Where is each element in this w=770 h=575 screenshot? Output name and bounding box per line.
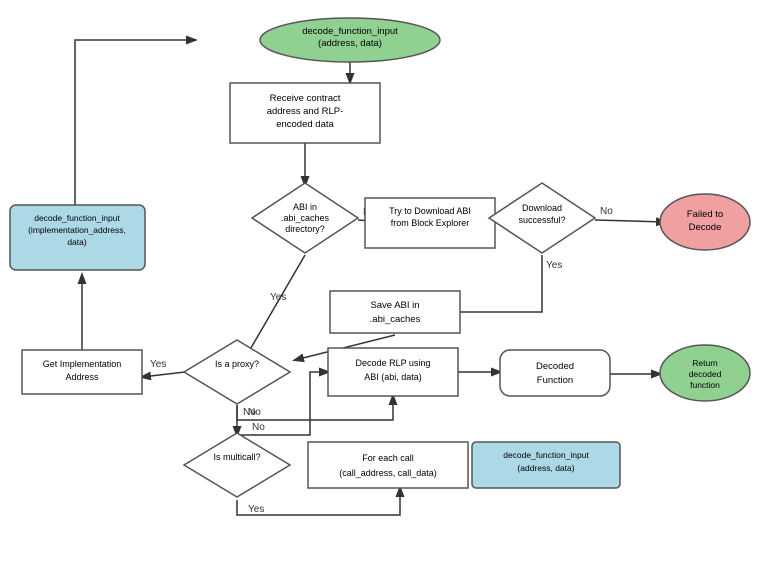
svg-text:.abi_caches: .abi_caches xyxy=(370,314,421,325)
flowchart-canvas: No No Yes Yes Yes No No Yes decode_funct… xyxy=(0,0,770,575)
try-download-label: Try to Download ABI xyxy=(389,206,471,216)
impl-input-label: decode_function_input xyxy=(34,213,120,223)
multicall-diamond-label: Is multicall? xyxy=(213,452,260,462)
svg-text:Yes: Yes xyxy=(150,359,166,370)
svg-text:decoded: decoded xyxy=(689,369,722,379)
download-diamond-label: Download xyxy=(522,203,562,213)
receive-box-label: Receive contract xyxy=(270,93,341,104)
svg-text:(call_address, call_data): (call_address, call_data) xyxy=(339,468,437,478)
abi-diamond-label: ABI in xyxy=(293,202,317,212)
failed-oval-label: Failed to xyxy=(687,209,723,220)
svg-text:encoded data: encoded data xyxy=(276,119,334,130)
svg-text:Yes: Yes xyxy=(248,504,264,515)
svg-text:No: No xyxy=(600,206,613,217)
svg-text:(implementation_address,: (implementation_address, xyxy=(28,225,126,235)
flowchart-svg: No No Yes Yes Yes No No Yes decode_funct… xyxy=(0,0,770,575)
svg-text:Yes: Yes xyxy=(546,260,562,271)
proxy-diamond-label: Is a proxy? xyxy=(215,359,259,369)
decoded-fn-label: Decoded xyxy=(536,361,574,372)
svg-text:from Block Explorer: from Block Explorer xyxy=(391,218,470,228)
svg-text:No: No xyxy=(252,422,265,433)
svg-text:Decode: Decode xyxy=(689,222,722,233)
svg-text:successful?: successful? xyxy=(518,215,565,225)
get-impl-label: Get Implementation xyxy=(43,359,122,369)
save-abi-label: Save ABI in xyxy=(370,300,419,311)
decode-rlp-label: Decode RLP using xyxy=(356,358,431,368)
svg-text:Function: Function xyxy=(537,375,573,386)
svg-text:.abi_caches: .abi_caches xyxy=(281,213,330,223)
svg-text:directory?: directory? xyxy=(285,224,325,234)
svg-text:data): data) xyxy=(67,237,87,247)
return-oval-label: Return xyxy=(692,358,718,368)
decode-fn-input-label: decode_function_input xyxy=(503,450,589,460)
svg-text:function: function xyxy=(690,380,720,390)
svg-text:Address: Address xyxy=(65,372,99,382)
svg-text:(address, data): (address, data) xyxy=(318,38,382,49)
start-oval-label: decode_function_input xyxy=(302,26,398,37)
foreach-label: For each call xyxy=(362,453,414,463)
svg-text:(address, data): (address, data) xyxy=(517,463,574,473)
svg-text:address and RLP-: address and RLP- xyxy=(267,106,344,117)
svg-text:ABI (abi, data): ABI (abi, data) xyxy=(364,372,422,382)
svg-text:No: No xyxy=(243,407,256,418)
svg-text:Yes: Yes xyxy=(270,292,286,303)
